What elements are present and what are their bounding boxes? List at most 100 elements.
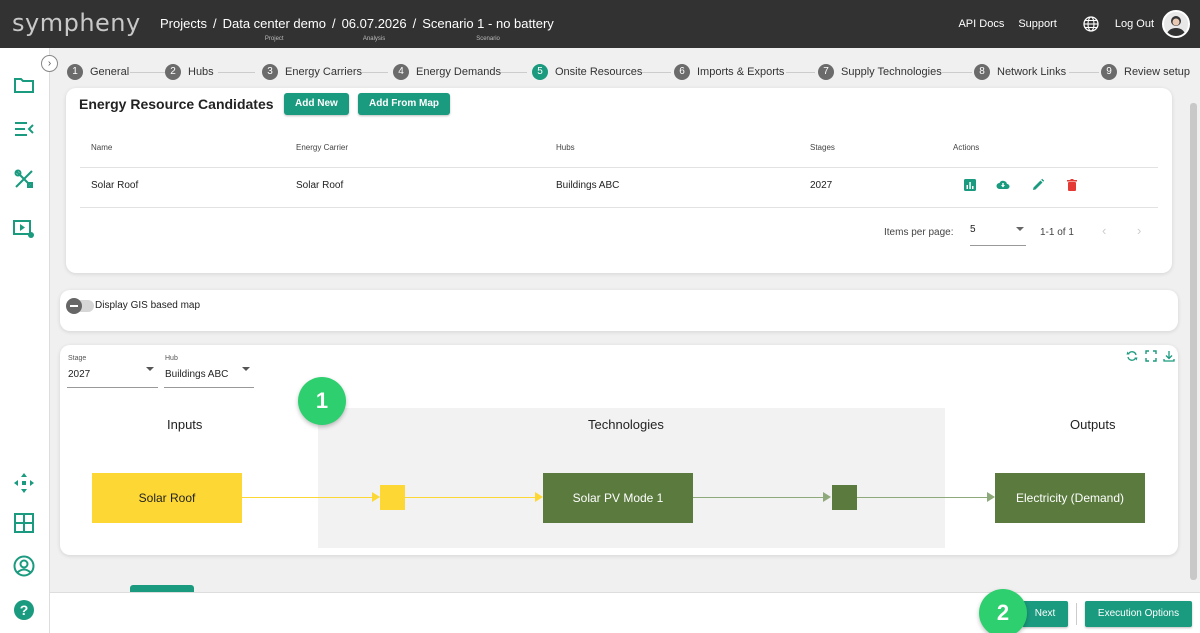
- breadcrumb-label: Data center demo: [222, 16, 326, 31]
- chart-icon[interactable]: [963, 178, 977, 192]
- step-onsite-resources[interactable]: 5 Onsite Resources: [532, 58, 642, 86]
- refresh-icon[interactable]: [1126, 350, 1138, 362]
- input-node-solar-roof[interactable]: Solar Roof: [92, 473, 242, 523]
- partial-button[interactable]: [130, 585, 194, 592]
- api-docs-link[interactable]: API Docs: [958, 18, 1004, 30]
- step-general[interactable]: 1 General: [67, 58, 129, 86]
- edit-icon[interactable]: [1031, 178, 1045, 192]
- step-imports-exports[interactable]: 6 Imports & Exports: [674, 58, 784, 86]
- hub-select-label: Hub: [165, 355, 178, 362]
- step-number: 1: [67, 64, 83, 80]
- step-number: 9: [1101, 64, 1117, 80]
- list-collapse-icon[interactable]: [13, 118, 35, 140]
- bottom-action-bar: Next Execution Options: [50, 592, 1200, 633]
- breadcrumb-scenario[interactable]: Scenario 1 - no battery Scenario: [422, 16, 554, 42]
- account-icon[interactable]: [13, 555, 35, 577]
- help-icon[interactable]: ?: [13, 599, 35, 621]
- annotation-badge-2: 2: [979, 589, 1027, 633]
- step-label: Energy Demands: [416, 66, 501, 78]
- folder-icon[interactable]: [13, 74, 35, 96]
- section-title: Energy Resource Candidates: [79, 96, 274, 112]
- step-connector: [641, 72, 671, 73]
- step-label: Network Links: [997, 66, 1067, 78]
- breadcrumb-label: Scenario 1 - no battery: [422, 16, 554, 31]
- arrow-head-icon: [987, 492, 995, 502]
- breadcrumb-separator: /: [412, 16, 417, 31]
- fullscreen-icon[interactable]: [1145, 350, 1157, 362]
- step-number: 2: [165, 64, 181, 80]
- breadcrumb-sublabel: Analysis: [362, 36, 386, 42]
- step-label: Supply Technologies: [841, 66, 942, 78]
- table-divider: [80, 207, 1158, 208]
- gis-map-toggle[interactable]: [66, 298, 94, 314]
- step-number: 7: [818, 64, 834, 80]
- table-divider: [80, 167, 1158, 168]
- add-new-button[interactable]: Add New: [284, 93, 349, 115]
- step-energy-carriers[interactable]: 3 Energy Carriers: [262, 58, 362, 86]
- step-energy-demands[interactable]: 4 Energy Demands: [393, 58, 501, 86]
- items-per-page-select[interactable]: 5: [970, 219, 1026, 246]
- hub-select[interactable]: Hub Buildings ABC: [164, 345, 254, 388]
- breadcrumb-analysis[interactable]: 06.07.2026 Analysis: [342, 16, 407, 42]
- chevron-down-icon: [1016, 227, 1024, 231]
- left-sidebar: ?: [0, 48, 50, 633]
- globe-icon[interactable]: [1083, 16, 1099, 32]
- breadcrumb-label: 06.07.2026: [341, 16, 407, 31]
- stage-select[interactable]: Stage 2027: [67, 345, 158, 388]
- download-icon[interactable]: [1163, 350, 1175, 362]
- step-connector: [362, 72, 388, 73]
- technology-node-solar-pv[interactable]: Solar PV Mode 1: [543, 473, 693, 523]
- stage-select-value: 2027: [68, 369, 91, 380]
- logout-link[interactable]: Log Out: [1115, 18, 1154, 30]
- svg-text:?: ?: [20, 602, 29, 618]
- previous-page-button[interactable]: ‹: [1102, 223, 1106, 238]
- step-connector: [942, 72, 972, 73]
- support-link[interactable]: Support: [1018, 18, 1057, 30]
- avatar[interactable]: [1162, 10, 1190, 38]
- flow-connector: [693, 497, 823, 498]
- step-supply-technologies[interactable]: 7 Supply Technologies: [818, 58, 942, 86]
- step-network-links[interactable]: 8 Network Links: [974, 58, 1066, 86]
- network-icon[interactable]: [13, 472, 35, 494]
- column-header-hubs[interactable]: Hubs: [556, 143, 575, 152]
- step-number: 5: [532, 64, 548, 80]
- breadcrumb-separator: /: [331, 16, 336, 31]
- breadcrumb-projects[interactable]: Projects: [160, 16, 207, 31]
- page-scrollbar[interactable]: [1190, 103, 1197, 580]
- step-connector: [500, 72, 527, 73]
- step-connector: [218, 72, 255, 73]
- play-settings-icon[interactable]: [13, 218, 35, 240]
- next-button[interactable]: Next: [1022, 601, 1068, 627]
- sidebar-expand-button[interactable]: ›: [41, 55, 58, 72]
- execution-options-button[interactable]: Execution Options: [1085, 601, 1192, 627]
- cell-stages: 2027: [810, 180, 833, 191]
- dashboard-icon[interactable]: [13, 512, 35, 534]
- chevron-down-icon: [146, 367, 154, 371]
- delete-icon[interactable]: [1065, 178, 1079, 192]
- flow-connector: [242, 497, 376, 498]
- step-connector: [1069, 72, 1099, 73]
- input-junction-node[interactable]: [380, 485, 405, 510]
- gis-toggle-card: Display GIS based map: [60, 290, 1178, 331]
- step-hubs[interactable]: 2 Hubs: [165, 58, 214, 86]
- arrow-head-icon: [372, 492, 380, 502]
- step-review-setup[interactable]: 9 Review setup: [1101, 58, 1190, 86]
- add-from-map-button[interactable]: Add From Map: [358, 93, 450, 115]
- column-header-name[interactable]: Name: [91, 143, 112, 152]
- output-node-electricity[interactable]: Electricity (Demand): [995, 473, 1145, 523]
- annotation-badge-1: 1: [298, 377, 346, 425]
- output-junction-node[interactable]: [832, 485, 857, 510]
- step-label: Energy Carriers: [285, 66, 363, 78]
- app-logo[interactable]: sympheny: [12, 9, 141, 37]
- tools-icon[interactable]: [13, 168, 35, 190]
- breadcrumb-project[interactable]: Data center demo Project: [223, 16, 326, 42]
- step-number: 4: [393, 64, 409, 80]
- cloud-download-icon[interactable]: [996, 178, 1010, 192]
- flow-connector: [857, 497, 987, 498]
- cell-hubs: Buildings ABC: [556, 180, 620, 191]
- flow-connector: [405, 497, 535, 498]
- column-header-carrier[interactable]: Energy Carrier: [296, 143, 348, 152]
- step-connector: [786, 72, 815, 73]
- next-page-button[interactable]: ›: [1137, 223, 1141, 238]
- column-header-stages[interactable]: Stages: [810, 143, 835, 152]
